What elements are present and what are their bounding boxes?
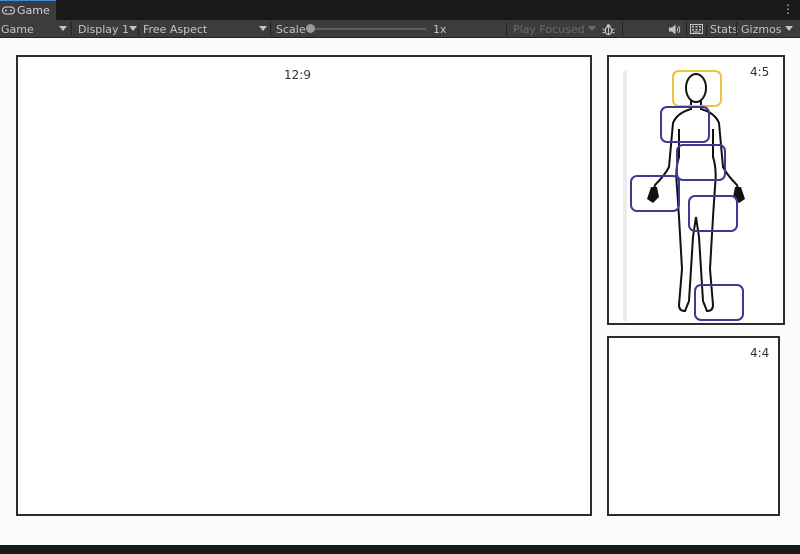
window-tab-bar: Game ⋮ [0, 0, 800, 20]
keyboard-icon[interactable] [690, 20, 703, 38]
gamepad-icon [2, 5, 16, 17]
side-bottom-viewport-frame: 4:4 [607, 336, 780, 516]
scale-slider-track[interactable] [314, 28, 426, 30]
display-dropdown[interactable]: Display 1 [78, 20, 129, 38]
chevron-down-icon [259, 26, 267, 31]
display-dropdown-label: Display 1 [78, 22, 130, 36]
main-aspect-label: 12:9 [284, 68, 311, 82]
chevron-down-icon [59, 26, 67, 31]
bug-icon[interactable] [602, 20, 615, 38]
gizmos-button-label: Gizmos [741, 22, 782, 36]
toolbar-divider [686, 22, 687, 36]
chevron-down-icon [588, 26, 596, 31]
speaker-icon[interactable] [669, 20, 681, 38]
chevron-down-icon[interactable] [785, 26, 793, 31]
tab-title: Game [17, 4, 50, 17]
toolbar-divider [71, 22, 72, 36]
scale-label-text: Scale [276, 22, 306, 36]
toolbar-divider [736, 22, 737, 36]
mode-dropdown-label: Game [1, 22, 34, 36]
side-bottom-aspect-label: 4:4 [750, 346, 770, 360]
play-mode-label: Play Focused [513, 22, 585, 36]
game-view[interactable]: 12:9 4:5 4:4 [0, 38, 800, 545]
toolbar-divider [270, 22, 271, 36]
torso-region-highlight[interactable] [676, 144, 726, 181]
scale-value: 1x [433, 20, 447, 38]
play-mode-dropdown[interactable]: Play Focused [513, 20, 585, 38]
toolbar-divider [138, 22, 139, 36]
body-figure [630, 70, 745, 321]
gizmos-button[interactable]: Gizmos [741, 20, 782, 38]
scale-slider-handle[interactable] [306, 24, 315, 33]
toolbar-divider [622, 22, 623, 36]
stats-button-label: Stats [710, 22, 739, 36]
aspect-dropdown[interactable]: Free Aspect [143, 20, 207, 38]
side-top-viewport-frame: 4:5 [607, 55, 785, 325]
game-toolbar: Game Display 1 Free Aspect Scale 1x Play… [0, 20, 800, 38]
aspect-dropdown-label: Free Aspect [143, 22, 208, 36]
game-tab[interactable]: Game [0, 0, 56, 20]
stats-button[interactable]: Stats [710, 20, 738, 38]
scale-label: Scale [276, 20, 306, 38]
head-region-highlight[interactable] [672, 70, 722, 107]
bottom-border [0, 545, 800, 554]
toolbar-divider [506, 22, 507, 36]
kebab-menu-icon[interactable]: ⋮ [782, 2, 794, 16]
mode-dropdown[interactable]: Game [1, 20, 34, 38]
main-viewport-frame: 12:9 [16, 55, 592, 516]
chevron-down-icon [129, 26, 137, 31]
scale-value-text: 1x [433, 22, 447, 36]
toolbar-divider [706, 22, 707, 36]
